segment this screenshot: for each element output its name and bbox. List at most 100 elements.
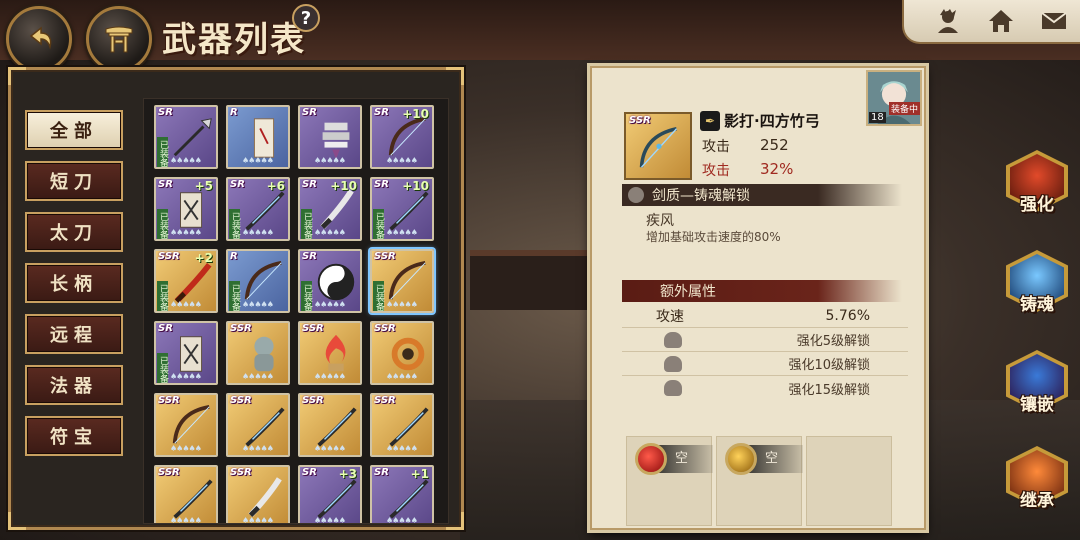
weapon-slot[interactable]: SR ♠♠♠♠♠ (298, 105, 362, 169)
weapon-slot[interactable]: R ♠♠♠♠♠ (226, 105, 290, 169)
star-pips: ♠♠♠♠♠ (386, 444, 418, 453)
rarity-badge: SR (374, 467, 389, 478)
weapon-slot[interactable]: R 已装备 ♠♠♠♠♠ (226, 249, 290, 313)
weapon-slot[interactable]: SSR ♠♠♠♠♠ (154, 393, 218, 457)
gem-slot-red[interactable]: 空 (626, 436, 713, 526)
weapon-slot[interactable]: SSR ♠♠♠♠♠ (298, 393, 362, 457)
star-pips: ♠♠♠♠♠ (170, 444, 202, 453)
background-bench (470, 250, 600, 310)
extra-attr-value: 5.76% (825, 307, 870, 324)
weapon-list-panel: 全部 短刀 太刀 长柄 远程 法器 符宝 SR 已装备 ♠♠♠♠♠ R ♠♠♠♠♠ SR ♠… (8, 67, 464, 530)
star-pips: ♠♠♠♠♠ (170, 156, 202, 165)
star-pips: ♠♠♠♠♠ (170, 300, 202, 309)
katana-icon (389, 191, 429, 231)
back-button[interactable] (6, 6, 72, 72)
lock-icon (664, 332, 682, 348)
star-pips: ♠♠♠♠♠ (170, 228, 202, 237)
weapon-slot[interactable]: SR +10 已装备 ♠♠♠♠♠ (298, 177, 362, 241)
weapon-slot[interactable]: SSR ♠♠♠♠♠ (370, 321, 434, 385)
extra-attr-label: 攻速 (656, 308, 684, 325)
stat-attack-percent-label: 攻击 (702, 163, 730, 179)
flame-icon (325, 334, 346, 372)
talisman-icon (180, 192, 203, 228)
weapon-name: ✒ 影打·四方竹弓 (700, 110, 820, 131)
shrine-button[interactable] (86, 6, 152, 72)
gem-slot-empty[interactable] (806, 436, 892, 526)
home-button[interactable] (983, 4, 1019, 38)
inherit-label: 继承 (1020, 491, 1054, 511)
locked-attr-row: 强化15级解锁 (622, 376, 908, 400)
star-pips: ♠♠♠♠♠ (170, 372, 202, 381)
weapon-slot[interactable]: SR 已装备 ♠♠♠♠♠ (154, 321, 218, 385)
extra-attr-title: 额外属性 (660, 284, 716, 300)
enhance-level: +1 (410, 467, 429, 481)
enhance-button[interactable]: 强化 (1000, 150, 1074, 234)
equipped-shikigami-avatar[interactable]: 18 装备中 (866, 70, 922, 126)
corner-ornament (8, 512, 26, 530)
category-tab-ranged[interactable]: 远程 (25, 314, 123, 354)
scroll-icon (253, 118, 275, 158)
weapon-slot[interactable]: SR +10 ♠♠♠♠♠ (370, 105, 434, 169)
help-button[interactable]: ? (292, 4, 320, 32)
star-pips: ♠♠♠♠♠ (314, 444, 346, 453)
enhance-label: 强化 (1020, 195, 1054, 215)
extra-attr-row: 攻速 5.76% (622, 304, 908, 328)
soul-skill-desc: 增加基础攻击速度的80% (646, 230, 781, 244)
home-icon (988, 10, 1013, 32)
page-title: 武器列表 (162, 20, 306, 60)
weapon-slot[interactable]: SSR 已装备 ♠♠♠♠♠ (370, 249, 434, 313)
rarity-badge: SR (302, 179, 317, 190)
weapon-slot[interactable]: SR 已装备 ♠♠♠♠♠ (298, 249, 362, 313)
bow-icon (172, 404, 210, 444)
category-tab-dagger[interactable]: 短刀 (25, 161, 123, 201)
weapon-slot[interactable]: SSR ♠♠♠♠♠ (226, 321, 290, 385)
weapon-grid-scroll[interactable]: SR 已装备 ♠♠♠♠♠ R ♠♠♠♠♠ SR ♠♠♠♠♠ SR +10 ♠♠♠♠♠ SR +5 已装备… (143, 98, 449, 524)
statue-icon (254, 336, 274, 372)
rarity-badge: SSR (230, 467, 252, 478)
detail-weapon-icon: SSR (624, 112, 692, 180)
category-tab-tachi[interactable]: 太刀 (25, 212, 123, 252)
category-tab-all[interactable]: 全部 (25, 110, 123, 150)
rarity-badge: SSR (374, 323, 396, 334)
weapon-slot[interactable]: SR +6 已装备 ♠♠♠♠♠ (226, 177, 290, 241)
weapon-slot[interactable]: SR +10 已装备 ♠♠♠♠♠ (370, 177, 434, 241)
rarity-badge: SR (374, 179, 389, 190)
weapon-slot[interactable]: SSR ♠♠♠♠♠ (298, 321, 362, 385)
stat-attack: 攻击 252 (702, 136, 789, 156)
weapon-slot[interactable]: SSR ♠♠♠♠♠ (154, 465, 218, 523)
weapon-slot[interactable]: SSR ♠♠♠♠♠ (226, 393, 290, 457)
star-pips: ♠♠♠♠♠ (314, 300, 346, 309)
inherit-button[interactable]: 继承 (1000, 446, 1074, 530)
weapon-slot[interactable]: SR +5 已装备 ♠♠♠♠♠ (154, 177, 218, 241)
bow-icon (244, 260, 282, 300)
weapon-slot[interactable]: SSR +2 已装备 ♠♠♠♠♠ (154, 249, 218, 313)
rarity-badge: SSR (302, 395, 324, 406)
weapon-slot[interactable]: SR +3 ♠♠♠♠♠ (298, 465, 362, 523)
rarity-badge: SSR (158, 467, 180, 478)
enhance-level: +6 (266, 179, 285, 193)
inlay-button[interactable]: 镶嵌 (1000, 350, 1074, 434)
weapon-slot[interactable]: SR +1 ♠♠♠♠♠ (370, 465, 434, 523)
mail-button[interactable] (1036, 4, 1072, 38)
gem-slot-gold[interactable]: 空 (716, 436, 803, 526)
star-pips: ♠♠♠♠♠ (386, 156, 418, 165)
category-tab-polearm[interactable]: 长柄 (25, 263, 123, 303)
lock-icon (664, 356, 682, 372)
weapon-grid: SR 已装备 ♠♠♠♠♠ R ♠♠♠♠♠ SR ♠♠♠♠♠ SR +10 ♠♠♠♠♠ SR +5 已装备… (144, 99, 448, 523)
talisman-icon (180, 336, 203, 372)
character-icon (938, 9, 959, 33)
weapon-slot[interactable]: SSR ♠♠♠♠♠ (226, 465, 290, 523)
character-button[interactable] (930, 4, 966, 38)
forge-soul-button[interactable]: 铸魂 (1000, 250, 1074, 334)
katana-icon (317, 479, 357, 519)
stat-attack-value: 252 (760, 136, 789, 154)
category-tab-talisman[interactable]: 符宝 (25, 416, 123, 456)
category-tab-magic[interactable]: 法器 (25, 365, 123, 405)
rarity-badge: SR (374, 107, 389, 118)
star-pips: ♠♠♠♠♠ (242, 444, 274, 453)
ring-icon (391, 337, 425, 371)
redblade-icon (174, 262, 212, 304)
weapon-slot[interactable]: SR 已装备 ♠♠♠♠♠ (154, 105, 218, 169)
weapon-slot[interactable]: SSR ♠♠♠♠♠ (370, 393, 434, 457)
blade-icon (320, 189, 354, 230)
